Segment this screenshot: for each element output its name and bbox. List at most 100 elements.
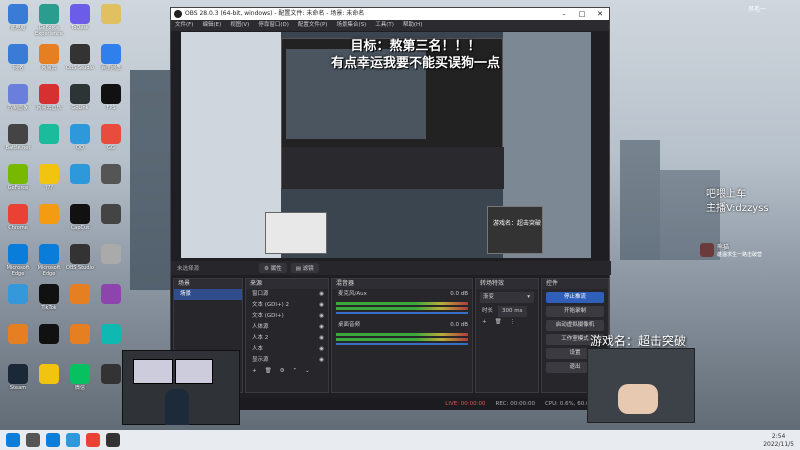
game-icon bbox=[101, 164, 121, 184]
desktop-icon[interactable]: 此电脑 bbox=[2, 4, 34, 37]
desktop-icon-label: 微信 bbox=[74, 385, 85, 391]
minimize-icon[interactable]: – bbox=[555, 8, 573, 20]
stop-streaming-button[interactable]: 停止推流 bbox=[546, 292, 604, 303]
desktop-icon[interactable] bbox=[64, 324, 96, 357]
volume-slider[interactable] bbox=[336, 312, 468, 314]
source-item[interactable]: 窗口源 ◉ bbox=[246, 289, 328, 300]
desktop-icon[interactable]: 百度网盘 bbox=[95, 44, 127, 77]
virtual-camera-button[interactable]: 启动虚拟摄像机 bbox=[546, 320, 604, 331]
desktop-icon[interactable]: Microsoft Edge bbox=[2, 244, 34, 277]
obs-icon[interactable] bbox=[106, 433, 120, 447]
close-icon[interactable]: ✕ bbox=[591, 8, 609, 20]
source-item[interactable]: 人本 2 ◉ bbox=[246, 333, 328, 344]
desktop-icon[interactable] bbox=[95, 284, 127, 317]
desktop-icon[interactable]: TikTok bbox=[33, 284, 65, 317]
desktop-icon[interactable]: GeForce bbox=[2, 164, 34, 197]
desktop-icon[interactable]: GoLink bbox=[64, 84, 96, 117]
chrome-icon[interactable] bbox=[86, 433, 100, 447]
desktop-icon[interactable] bbox=[95, 244, 127, 277]
add-icon[interactable]: + bbox=[252, 366, 257, 377]
desktop-icon[interactable] bbox=[64, 164, 96, 197]
add-icon[interactable]: + bbox=[482, 317, 487, 328]
menu-file[interactable]: 文件(F) bbox=[175, 20, 193, 31]
properties-button[interactable]: ⚙ 属性 bbox=[259, 263, 287, 273]
volume-meter bbox=[336, 338, 468, 341]
eye-icon[interactable]: ◉ bbox=[319, 355, 324, 366]
wechat-icon bbox=[70, 364, 90, 384]
more-icon[interactable]: ⋮ bbox=[510, 317, 516, 328]
desktop-icon[interactable]: 微信 bbox=[64, 364, 96, 397]
desktop-icon[interactable]: 网易云 bbox=[33, 44, 65, 77]
desktop-icon[interactable]: OBS Studio bbox=[64, 244, 96, 277]
desktop-icon[interactable]: 网易云音乐 bbox=[33, 84, 65, 117]
desktop-icon[interactable] bbox=[95, 4, 127, 37]
source-item[interactable]: 文本 (GDI+) 2 ◉ bbox=[246, 300, 328, 311]
desktop-icon[interactable] bbox=[33, 364, 65, 397]
eye-icon[interactable]: ◉ bbox=[319, 333, 324, 344]
source-item[interactable]: 文本 (GDI+) ◉ bbox=[246, 311, 328, 322]
windows-start-icon[interactable] bbox=[6, 433, 20, 447]
edge-icon[interactable] bbox=[46, 433, 60, 447]
desktop-icon[interactable]: Battle.net bbox=[2, 124, 34, 157]
stream-info-text: 吧喂上车 主播V:dzzyss bbox=[706, 188, 769, 216]
desktop-icon[interactable] bbox=[95, 204, 127, 237]
menu-profile[interactable]: 配置文件(P) bbox=[298, 20, 328, 31]
eye-icon[interactable]: ◉ bbox=[319, 289, 324, 300]
down-icon[interactable]: ⌄ bbox=[305, 366, 310, 377]
menu-scene-collection[interactable]: 场景集合(S) bbox=[336, 20, 366, 31]
trash-icon[interactable]: 🗑 bbox=[265, 366, 272, 377]
up-icon[interactable]: ⌃ bbox=[293, 366, 298, 377]
desktop-icon[interactable]: 控制面板 bbox=[2, 84, 34, 117]
menu-help[interactable]: 帮助(H) bbox=[403, 20, 422, 31]
menu-view[interactable]: 视图(V) bbox=[230, 20, 249, 31]
desktop-icon[interactable] bbox=[64, 284, 96, 317]
desktop-icon-label bbox=[2, 345, 34, 357]
eye-icon[interactable]: ◉ bbox=[319, 311, 324, 322]
duration-input[interactable]: 300 ms bbox=[498, 306, 527, 317]
volume-slider[interactable] bbox=[336, 343, 468, 345]
desktop-icon[interactable] bbox=[2, 284, 34, 317]
desktop-icon[interactable]: CapCut bbox=[64, 204, 96, 237]
desktop-icon-grid: 此电脑 GeForce Experience ToDesk 网络 网易云 OBS Stud… bbox=[0, 0, 130, 420]
desktop-icon[interactable]: FPS bbox=[95, 84, 127, 117]
desktop-icon[interactable]: Steam bbox=[2, 364, 34, 397]
desktop-icon[interactable]: QQ bbox=[64, 124, 96, 157]
desktop-icon[interactable]: 网络 bbox=[2, 44, 34, 77]
desktop-icon[interactable] bbox=[2, 324, 34, 357]
source-item[interactable]: 人本 ◉ bbox=[246, 344, 328, 355]
system-clock[interactable]: 2:54 2022/11/5 bbox=[763, 433, 794, 449]
chevron-down-icon: ▾ bbox=[527, 294, 530, 300]
desktop-icon[interactable]: GG bbox=[95, 124, 127, 157]
source-item[interactable]: 显示源 ◉ bbox=[246, 355, 328, 366]
eye-icon[interactable]: ◉ bbox=[319, 344, 324, 355]
source-item[interactable]: 人体源 ◉ bbox=[246, 322, 328, 333]
desktop-icon[interactable]: ??? bbox=[33, 164, 65, 197]
desktop-icon[interactable]: ToDesk bbox=[64, 4, 96, 37]
preview-canvas[interactable]: 目标：熬第三名！！！ 有点幸运我要不能买误狗一点 游戏名：超击突破 bbox=[181, 32, 591, 258]
desktop-icon[interactable] bbox=[33, 204, 65, 237]
desktop-icon[interactable] bbox=[33, 124, 65, 157]
desktop-icon[interactable]: Chrome bbox=[2, 204, 34, 237]
search-icon[interactable] bbox=[26, 433, 40, 447]
trash-icon[interactable]: 🗑 bbox=[495, 317, 502, 328]
menu-docks[interactable]: 停靠窗口(D) bbox=[258, 20, 289, 31]
start-recording-button[interactable]: 开始录制 bbox=[546, 306, 604, 317]
desktop-icon[interactable]: GeForce Experience bbox=[33, 4, 65, 37]
desktop-icon[interactable]: OBS Studio bbox=[64, 44, 96, 77]
menu-edit[interactable]: 编辑(E) bbox=[202, 20, 221, 31]
maximize-icon[interactable]: □ bbox=[573, 8, 591, 20]
eye-icon[interactable]: ◉ bbox=[319, 300, 324, 311]
desktop-icon[interactable] bbox=[33, 324, 65, 357]
store-icon[interactable] bbox=[66, 433, 80, 447]
window-titlebar: OBS 28.0.3 (64-bit, windows) - 配置文件: 未命名… bbox=[171, 8, 609, 20]
transition-select[interactable]: 渐变 ▾ bbox=[480, 292, 534, 303]
filters-button[interactable]: ▤ 滤镜 bbox=[290, 263, 319, 273]
transitions-dock: 转场特效 渐变 ▾ 时长 300 ms + 🗑 ⋮ bbox=[475, 278, 539, 393]
desktop-icon[interactable]: Microsoft Edge bbox=[33, 244, 65, 277]
scene-item[interactable]: 场景 bbox=[174, 289, 242, 300]
eye-icon[interactable]: ◉ bbox=[319, 322, 324, 333]
desktop-icon[interactable] bbox=[95, 164, 127, 197]
desktop-icon-label: 网易云音乐 bbox=[36, 105, 62, 111]
menu-tools[interactable]: 工具(T) bbox=[375, 20, 394, 31]
gear-icon[interactable]: ⚙ bbox=[280, 366, 285, 377]
